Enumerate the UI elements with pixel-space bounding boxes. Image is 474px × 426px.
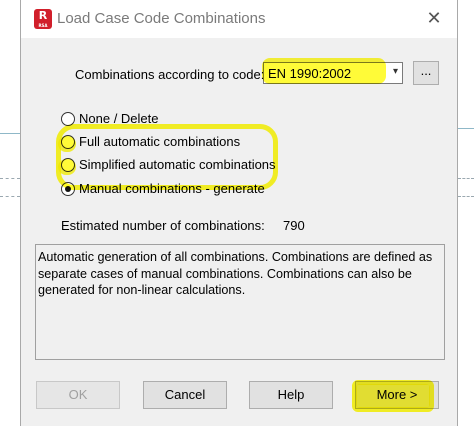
title-bar[interactable]: R RSA Load Case Code Combinations ✕ xyxy=(21,0,457,38)
option-label: None / Delete xyxy=(79,111,159,126)
background-line xyxy=(458,128,474,129)
radio-manual-generate[interactable] xyxy=(61,182,75,196)
robot-app-icon: R RSA xyxy=(34,9,52,29)
code-select-value: EN 1990:2002 xyxy=(268,66,352,81)
more-button[interactable]: More > xyxy=(355,381,439,409)
option-label: Full automatic combinations xyxy=(79,134,241,149)
background-dashed-line xyxy=(0,196,20,197)
app-icon-subtext: RSA xyxy=(38,23,48,28)
app-icon-letter: R xyxy=(38,9,48,22)
option-label: Simplified automatic combinations xyxy=(79,157,276,172)
option-label: Manual combinations - generate xyxy=(79,181,265,196)
radio-none-delete[interactable] xyxy=(61,112,75,126)
background-app-right xyxy=(458,0,474,426)
background-app-left xyxy=(0,0,20,426)
background-dashed-line xyxy=(458,196,474,197)
ok-button[interactable]: OK xyxy=(36,381,120,409)
estimate-value: 790 xyxy=(283,218,305,233)
description-text: Automatic generation of all combinations… xyxy=(38,250,433,297)
load-case-code-combinations-dialog: R RSA Load Case Code Combinations ✕ Comb… xyxy=(20,0,458,426)
background-line xyxy=(0,133,20,134)
cancel-button[interactable]: Cancel xyxy=(143,381,227,409)
background-dashed-line xyxy=(0,178,20,179)
estimate-label: Estimated number of combinations: xyxy=(61,218,265,233)
background-dashed-line xyxy=(458,178,474,179)
chevron-down-icon[interactable]: ▾ xyxy=(393,66,398,77)
code-select[interactable]: EN 1990:2002 ▾ xyxy=(263,62,403,84)
radio-simplified-automatic[interactable] xyxy=(61,158,75,172)
close-icon[interactable]: ✕ xyxy=(421,6,447,32)
description-box: Automatic generation of all combinations… xyxy=(35,244,445,360)
window-title: Load Case Code Combinations xyxy=(57,10,266,27)
code-label: Combinations according to code: xyxy=(75,67,265,82)
browse-code-button[interactable]: ... xyxy=(413,61,439,85)
radio-full-automatic[interactable] xyxy=(61,135,75,149)
help-button[interactable]: Help xyxy=(249,381,333,409)
